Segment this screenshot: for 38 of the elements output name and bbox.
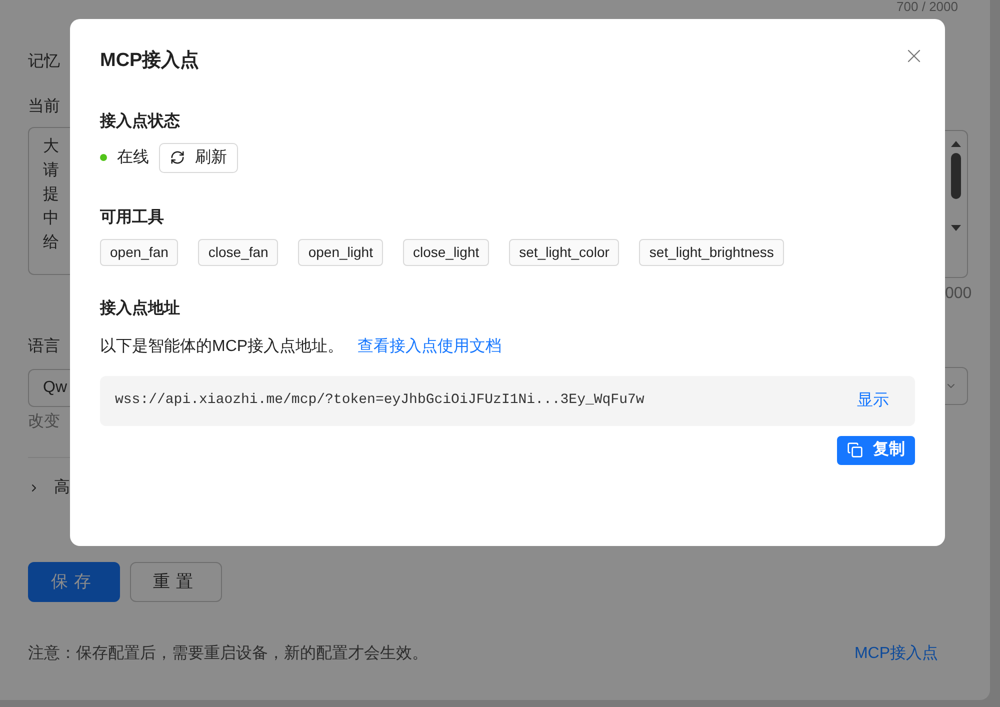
description-text: 以下是智能体的MCP接入点地址。 <box>100 336 344 356</box>
textarea-line: 大 <box>43 136 60 157</box>
section-heading: 接入点地址 <box>100 298 181 318</box>
tool-tag: open_fan <box>100 238 178 266</box>
textarea-line: 给 <box>43 233 60 253</box>
field-hint: 改变 <box>28 412 61 432</box>
address-text: wss://api.xiaozhi.me/mcp/?token=eyJhbGciOiJFUzI1Ni...3Ey_WqFu7w <box>115 391 644 410</box>
dialog-title: MCP接入点 <box>100 48 200 73</box>
textarea-line: 提 <box>43 185 60 205</box>
section-heading: 接入点状态 <box>100 111 181 132</box>
tool-tag: set_light_color <box>509 238 620 266</box>
note-text: 注意：保存配置后，需要重启设备，新的配置才会生效。 <box>28 644 428 664</box>
status-text: 在线 <box>117 148 149 168</box>
scroll-down-icon[interactable] <box>951 225 961 231</box>
field-label: 当前 <box>28 97 61 117</box>
tool-tag: close_fan <box>198 238 278 266</box>
textarea-line: 请 <box>43 160 60 181</box>
field-label: 记忆 <box>28 52 61 72</box>
section-heading: 可用工具 <box>100 208 165 228</box>
docs-link[interactable]: 查看接入点使用文档 <box>358 334 502 358</box>
save-button[interactable]: 保存 <box>28 562 120 602</box>
copy-icon <box>847 442 863 458</box>
scrollbar-thumb[interactable] <box>951 153 961 199</box>
copy-button[interactable]: 复制 <box>837 436 915 464</box>
character-counter: 700 / 2000 <box>896 0 958 13</box>
scroll-up-icon[interactable] <box>951 141 961 147</box>
show-button[interactable]: 显示 <box>857 388 889 412</box>
tool-tag: close_light <box>402 238 490 266</box>
field-label: 语言 <box>28 336 61 357</box>
textarea-line: 中 <box>43 208 60 229</box>
character-counter: 000 <box>945 284 973 304</box>
refresh-icon <box>170 150 185 165</box>
reset-button[interactable]: 重置 <box>130 562 222 602</box>
refresh-button[interactable]: 刷新 <box>159 142 238 172</box>
mcp-link[interactable]: MCP接入点 <box>854 642 938 666</box>
tool-tag: set_light_brightness <box>639 238 784 266</box>
tool-tag: open_light <box>298 238 383 266</box>
section-title[interactable]: 高 <box>54 476 70 500</box>
